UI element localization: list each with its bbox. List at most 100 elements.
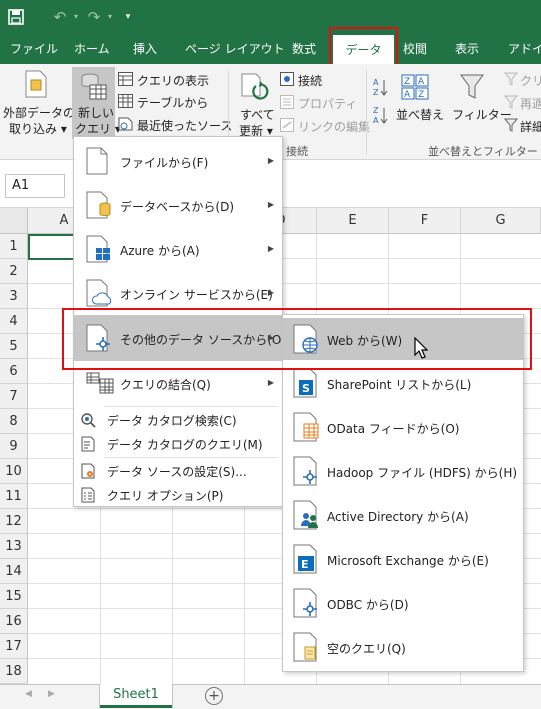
show-queries-button[interactable]: クエリの表示 xyxy=(137,72,209,89)
row-header[interactable]: 18 xyxy=(0,659,28,684)
advanced-filter-button[interactable]: 詳細 xyxy=(520,118,541,135)
blank-query-icon xyxy=(293,632,321,665)
menu-item-label: OData フィードから(O) xyxy=(327,422,460,436)
group-connections-label: 接続 xyxy=(286,145,308,158)
reapply-icon xyxy=(503,95,519,112)
odbc-icon xyxy=(293,588,321,621)
row-header[interactable]: 15 xyxy=(0,584,28,609)
row-header[interactable]: 16 xyxy=(0,609,28,634)
row-header[interactable]: 1 xyxy=(0,234,28,259)
menu-item-label: クエリの結合(Q) xyxy=(120,378,211,392)
prev-sheet-icon[interactable]: ◀ xyxy=(25,689,32,699)
customize-qat-icon[interactable]: ▾ xyxy=(118,7,138,27)
sort-za-icon[interactable]: ZA xyxy=(372,104,388,131)
row-header[interactable]: 4 xyxy=(0,309,28,334)
submenu-arrow-icon: ▶ xyxy=(267,200,274,209)
external-data-label-2[interactable]: 取り込み ▾ xyxy=(9,120,67,137)
tab-insert[interactable]: 挿入 xyxy=(133,34,157,64)
submenu-arrow-icon: ▶ xyxy=(267,378,274,387)
menu-item-from-odata[interactable]: OData フィードから(O) xyxy=(283,405,523,449)
connections-button[interactable]: 接続 xyxy=(298,72,322,89)
menu-item-from-azure[interactable]: Azure から(A) ▶ xyxy=(74,227,282,271)
menu-item-blank-query[interactable]: 空のクエリ(Q) xyxy=(283,625,523,669)
tab-view[interactable]: 表示 xyxy=(455,34,479,64)
clear-button[interactable]: クリア xyxy=(520,72,541,89)
refresh-all-icon xyxy=(240,72,270,105)
select-all-corner[interactable] xyxy=(0,208,28,234)
odata-icon xyxy=(293,412,321,445)
menu-item-label: Azure から(A) xyxy=(120,244,200,258)
menu-item-catalog-queries[interactable]: データ カタログのクエリ(M) xyxy=(74,432,282,456)
menu-separator xyxy=(104,406,278,407)
row-header[interactable]: 7 xyxy=(0,384,28,409)
mouse-cursor-icon xyxy=(414,336,429,362)
tab-file[interactable]: ファイル xyxy=(10,34,58,64)
filter-button[interactable]: フィルター xyxy=(452,106,512,123)
ribbon-tabs: ファイル ホーム 挿入 ページ レイアウト 数式 データ 校閲 表示 アドイン xyxy=(0,34,541,64)
menu-item-from-file[interactable]: ファイルから(F) ▶ xyxy=(74,139,282,183)
tab-review[interactable]: 校閲 xyxy=(403,34,427,64)
menu-item-data-source-settings[interactable]: データ ソースの設定(S)... xyxy=(74,459,282,483)
tab-home[interactable]: ホーム xyxy=(74,34,110,64)
group-sort-filter-label: 並べ替えとフィルター xyxy=(428,145,538,158)
from-table-icon xyxy=(118,94,133,111)
menu-item-label: データ ソースの設定(S)... xyxy=(107,465,247,479)
menu-item-from-database[interactable]: データベースから(D) ▶ xyxy=(74,183,282,227)
menu-item-label: Microsoft Exchange から(E) xyxy=(327,554,489,568)
column-header[interactable]: F xyxy=(389,208,461,234)
recent-sources-button[interactable]: 最近使ったソース xyxy=(137,117,232,134)
tab-formulas[interactable]: 数式 xyxy=(292,34,316,64)
menu-item-catalog-search[interactable]: データ カタログ検索(C) xyxy=(74,408,282,432)
menu-item-from-odbc[interactable]: ODBC から(D) xyxy=(283,581,523,625)
from-table-button[interactable]: テーブルから xyxy=(137,94,208,111)
add-sheet-icon[interactable]: + xyxy=(205,687,223,705)
menu-item-query-options[interactable]: クエリ オプション(P) xyxy=(74,483,282,507)
redo-dropdown-icon[interactable]: ▾ xyxy=(100,7,120,27)
external-data-icon xyxy=(24,70,48,101)
catalog-query-icon xyxy=(80,436,96,455)
row-header[interactable]: 3 xyxy=(0,284,28,309)
row-header[interactable]: 17 xyxy=(0,634,28,659)
row-header[interactable]: 10 xyxy=(0,459,28,484)
menu-item-from-exchange[interactable]: E Microsoft Exchange から(E) xyxy=(283,537,523,581)
submenu-arrow-icon: ▶ xyxy=(267,156,274,165)
row-header[interactable]: 11 xyxy=(0,484,28,509)
menu-item-from-hadoop[interactable]: Hadoop ファイル (HDFS) から(H) xyxy=(283,449,523,493)
sheet-tab-sheet1[interactable]: Sheet1 xyxy=(100,684,172,708)
row-header[interactable]: 12 xyxy=(0,509,28,534)
save-icon[interactable] xyxy=(6,7,26,27)
row-header[interactable]: 14 xyxy=(0,559,28,584)
undo-dropdown-icon[interactable]: ▾ xyxy=(66,7,86,27)
sort-az-icon[interactable]: AZ xyxy=(372,76,388,103)
tab-addins[interactable]: アドイン xyxy=(508,34,541,64)
edit-links-button[interactable]: リンクの編集 xyxy=(298,118,370,135)
svg-text:S: S xyxy=(302,382,310,395)
name-box[interactable]: A1 xyxy=(5,174,65,198)
column-header[interactable]: G xyxy=(461,208,541,234)
row-header[interactable]: 8 xyxy=(0,409,28,434)
hadoop-icon xyxy=(293,456,321,489)
reapply-button[interactable]: 再適 xyxy=(520,95,541,112)
properties-button[interactable]: プロパティ xyxy=(298,95,357,112)
refresh-all-label-1[interactable]: すべて xyxy=(240,106,275,123)
menu-item-label: クエリ オプション(P) xyxy=(107,489,224,503)
tab-page-layout[interactable]: ページ レイアウト xyxy=(185,34,285,64)
edit-links-icon xyxy=(280,118,294,135)
sort-button[interactable]: 並べ替え xyxy=(396,106,444,123)
show-queries-icon xyxy=(118,72,133,89)
svg-text:A: A xyxy=(373,116,379,125)
exchange-icon: E xyxy=(293,544,321,577)
combine-icon xyxy=(86,369,114,400)
next-sheet-icon[interactable]: ▶ xyxy=(48,689,55,699)
row-header[interactable]: 2 xyxy=(0,259,28,284)
svg-text:A: A xyxy=(404,90,411,100)
column-header[interactable]: E xyxy=(317,208,389,234)
external-data-label-1[interactable]: 外部データの xyxy=(3,104,75,121)
row-header[interactable]: 5 xyxy=(0,334,28,359)
menu-item-from-active-directory[interactable]: Active Directory から(A) xyxy=(283,493,523,537)
row-header[interactable]: 6 xyxy=(0,359,28,384)
menu-item-label: Active Directory から(A) xyxy=(327,510,469,524)
row-header[interactable]: 13 xyxy=(0,534,28,559)
row-header[interactable]: 9 xyxy=(0,434,28,459)
menu-item-label: ODBC から(D) xyxy=(327,598,409,612)
